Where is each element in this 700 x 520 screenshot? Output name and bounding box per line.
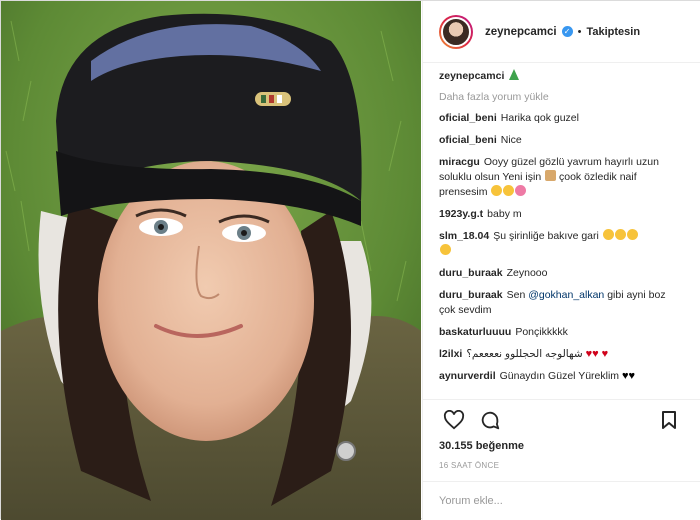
action-icons bbox=[439, 400, 684, 440]
verified-badge-icon: ✓ bbox=[561, 26, 573, 37]
comment-item: l2ilxi شهالوجه الحجللوو نععععم؟ ♥♥ ♥ bbox=[439, 347, 684, 362]
flower-emoji-icon bbox=[515, 185, 527, 196]
crying-emoji-icon bbox=[626, 229, 638, 240]
comment-text: Sen bbox=[506, 289, 526, 301]
comment-username[interactable]: oficial_beni bbox=[439, 112, 497, 124]
comment-item: oficial_beni Nice bbox=[439, 133, 684, 148]
speech-bubble-icon[interactable] bbox=[475, 405, 505, 435]
avatar-image bbox=[441, 16, 471, 47]
comment-text: Şu şirinliğe bakıve gari bbox=[493, 230, 599, 242]
comment-item: aynurverdil Günaydın Güzel Yüreklim ♥♥ bbox=[439, 369, 684, 384]
comment-username[interactable]: baskaturluuuu bbox=[439, 326, 511, 338]
comment-username[interactable]: l2ilxi bbox=[439, 348, 462, 360]
comment-item: oficial_beni Harika qok guzel bbox=[439, 111, 684, 126]
comment-username[interactable]: duru_buraak bbox=[439, 267, 503, 279]
heart-outline-icon[interactable] bbox=[439, 405, 469, 435]
comment-item: baskaturluuuu Ponçikkkkk bbox=[439, 325, 684, 340]
add-comment-bar bbox=[423, 481, 700, 520]
comment-username[interactable]: duru_buraak bbox=[439, 289, 503, 301]
comments-list[interactable]: zeynepcamci Daha fazla yorum yükle ofici… bbox=[423, 69, 700, 399]
comment-text: شهالوجه الحجللوو نععععم؟ bbox=[466, 348, 583, 360]
post-photo[interactable] bbox=[1, 1, 421, 520]
comment-item: duru_buraak Zeynooo bbox=[439, 266, 684, 281]
comment-input[interactable] bbox=[439, 495, 684, 507]
comment-text: Ponçikkkkk bbox=[515, 326, 568, 338]
comment-text: Günaydın Güzel Yüreklim bbox=[499, 370, 620, 382]
comment-item: 1923y.g.t baby m bbox=[439, 207, 684, 222]
header-username[interactable]: zeynepcamci bbox=[485, 26, 557, 38]
load-more-comments-button[interactable]: Daha fazla yorum yükle bbox=[439, 91, 684, 103]
comment-username[interactable]: slm_18.04 bbox=[439, 230, 489, 242]
comment-username[interactable]: 1923y.g.t bbox=[439, 208, 483, 220]
smile-emoji-icon bbox=[491, 185, 503, 196]
post-window: zeynepcamci ✓ • Takiptesin zeynepcamci D… bbox=[0, 0, 700, 520]
comment-text: baby m bbox=[487, 208, 522, 220]
post-actions: 30.155 beğenme 16 SAAT ÖNCE bbox=[423, 399, 700, 470]
post-header: zeynepcamci ✓ • Takiptesin bbox=[423, 1, 700, 63]
bookmark-icon[interactable] bbox=[654, 405, 684, 435]
comment-text: Harika qok guzel bbox=[500, 112, 579, 124]
comment-text: Nice bbox=[500, 134, 522, 146]
red-heart-emoji-icon: ♥♥ ♥ bbox=[585, 348, 609, 360]
mention-link[interactable]: @gokhan_alkan bbox=[528, 289, 604, 301]
comments-panel: zeynepcamci ✓ • Takiptesin zeynepcamci D… bbox=[422, 1, 700, 520]
smile-emoji-icon bbox=[503, 185, 515, 196]
comment-username[interactable]: oficial_beni bbox=[439, 134, 497, 146]
comment-item: duru_buraak Sen @gokhan_alkan gibi ayni b… bbox=[439, 288, 684, 318]
comment-text: Zeynooo bbox=[506, 267, 548, 279]
comment-username[interactable]: aynurverdil bbox=[439, 370, 496, 382]
follow-status-button[interactable]: Takiptesin bbox=[586, 26, 640, 38]
separator-dot: • bbox=[577, 25, 582, 38]
smile-emoji-icon bbox=[602, 229, 614, 240]
person-emoji-icon bbox=[545, 170, 557, 181]
post-timestamp: 16 SAAT ÖNCE bbox=[439, 461, 500, 470]
smile-emoji-icon bbox=[614, 229, 626, 240]
comment-username[interactable]: miracgu bbox=[439, 156, 480, 168]
tree-emoji-icon bbox=[509, 69, 520, 80]
selfie-image bbox=[1, 1, 421, 520]
crying-emoji-icon bbox=[440, 244, 451, 255]
caption: zeynepcamci bbox=[439, 69, 684, 84]
caption-username[interactable]: zeynepcamci bbox=[439, 70, 504, 82]
black-heart-emoji-icon: ♥♥ bbox=[621, 370, 636, 382]
comment-item: slm_18.04 Şu şirinliğe bakıve gari bbox=[439, 229, 684, 259]
likes-count[interactable]: 30.155 beğenme bbox=[439, 440, 684, 452]
avatar[interactable] bbox=[439, 14, 473, 49]
comment-item: miracgu Ooyy güzel gözlü yavrum hayırlı u… bbox=[439, 155, 684, 200]
